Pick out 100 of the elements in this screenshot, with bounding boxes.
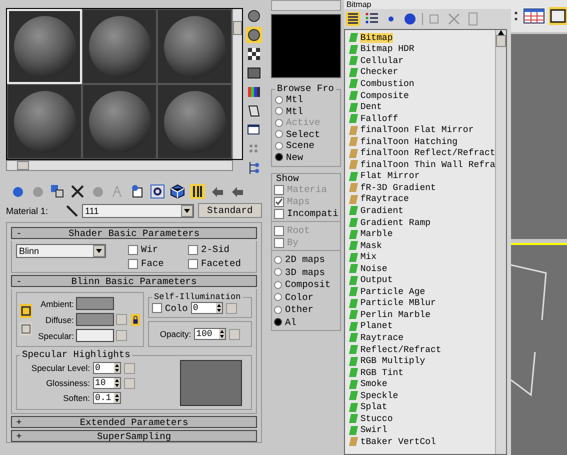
table-icon[interactable]: [523, 8, 546, 24]
highlight-graph: [180, 360, 242, 406]
map-list-item[interactable]: finalToon Thin Wall Refra: [360, 160, 496, 170]
sphere-icon[interactable]: [246, 8, 262, 24]
map-list-item[interactable]: Bitmap: [360, 32, 393, 43]
map-list-item[interactable]: Splat: [360, 402, 388, 412]
color-swatch[interactable]: [76, 329, 114, 342]
spinner-field[interactable]: 0: [93, 362, 121, 374]
lock-icon[interactable]: [20, 322, 32, 336]
map-list-item[interactable]: Particle Age: [360, 286, 426, 297]
scrollbar[interactable]: [6, 160, 233, 171]
color-bars-icon[interactable]: [246, 84, 262, 100]
list-view-icon[interactable]: [346, 12, 360, 26]
map-list-item[interactable]: tBaker VertCol: [360, 436, 436, 447]
radio-button[interactable]: Mtl: [275, 106, 338, 117]
radio-button[interactable]: Select: [275, 128, 338, 140]
checkbox[interactable]: Incompati: [274, 208, 338, 219]
material-icon[interactable]: [130, 184, 145, 199]
scrollbar[interactable]: [495, 30, 506, 454]
radio-button[interactable]: 2D maps: [274, 254, 338, 266]
map-list-item[interactable]: Combustion: [360, 78, 414, 89]
rollout-header[interactable]: + Extended Parameters: [11, 416, 257, 428]
map-list-item[interactable]: fR-3D Gradient: [360, 182, 436, 193]
radio-button[interactable]: New: [275, 152, 338, 163]
map-list-item[interactable]: Perlin Marble: [360, 310, 431, 320]
spinner-field[interactable]: 10: [93, 377, 121, 389]
scrollbar[interactable]: [232, 9, 242, 159]
radio-button[interactable]: Mtl: [275, 94, 338, 106]
map-list-item[interactable]: Stucco: [360, 414, 393, 424]
scroll-thumb[interactable]: [17, 161, 29, 170]
material-type-button[interactable]: Standard: [198, 203, 262, 218]
map-list-item[interactable]: Reflect/Refract: [360, 344, 442, 355]
checkbox[interactable]: Faceted: [188, 258, 248, 269]
map-list-item[interactable]: fRaytrace: [360, 194, 409, 204]
map-list-item[interactable]: Noise: [360, 264, 388, 274]
map-list-item[interactable]: Gradient Ramp: [360, 218, 431, 228]
square-icon[interactable]: [246, 65, 262, 81]
map-list-item[interactable]: Falloff: [360, 114, 398, 124]
radio-button[interactable]: Color: [274, 292, 338, 303]
map-list-item[interactable]: Marble: [360, 229, 393, 240]
spinner-field[interactable]: 0: [190, 302, 223, 314]
name-field[interactable]: Bitmap: [344, 0, 512, 9]
list-view-icon[interactable]: [365, 12, 380, 26]
radio-button[interactable]: Composit: [274, 279, 338, 290]
map-list-item[interactable]: finalToon Flat Mirror: [360, 125, 474, 136]
map-list-item[interactable]: Mask: [360, 240, 382, 251]
field-label: Soften:: [62, 393, 90, 403]
panel-icon[interactable]: [549, 7, 567, 25]
map-list-item[interactable]: Bitmap HDR: [360, 44, 414, 54]
map-list-item[interactable]: Gradient: [360, 206, 404, 216]
map-list-item[interactable]: finalToon Reflect/Refract: [360, 148, 496, 158]
map-list-item[interactable]: Dent: [360, 102, 382, 112]
map-list-item[interactable]: Flat Mirror: [360, 171, 420, 182]
map-list-item[interactable]: Cellular: [360, 56, 404, 66]
sphere-icon[interactable]: [246, 27, 262, 43]
spinner-field[interactable]: 100: [194, 328, 226, 340]
lock-icon[interactable]: [20, 304, 32, 318]
rollout-header[interactable]: - Shader Basic Parameters: [11, 227, 257, 239]
checkbox[interactable]: Colo: [152, 302, 188, 314]
bars-icon[interactable]: [190, 184, 205, 199]
map-list-item[interactable]: Output: [360, 275, 393, 286]
viewport[interactable]: [511, 243, 567, 455]
radio-button[interactable]: Scene: [275, 140, 338, 152]
sphere-icon[interactable]: [403, 12, 418, 26]
checkbox[interactable]: Wir: [128, 244, 188, 255]
color-swatch[interactable]: [76, 297, 114, 310]
checkbox[interactable]: 2-Sid: [188, 244, 248, 255]
cube-icon[interactable]: [170, 184, 185, 199]
map-list-item[interactable]: Raytrace: [360, 332, 404, 343]
rollout-header[interactable]: - Blinn Basic Parameters: [11, 275, 257, 287]
checkbox[interactable]: Face: [128, 258, 188, 269]
checker-icon[interactable]: [246, 46, 262, 62]
radio-button[interactable]: 3D maps: [274, 266, 338, 278]
close-icon[interactable]: [70, 184, 85, 199]
text-field[interactable]: [271, 0, 342, 11]
spinner-field[interactable]: 0.1: [93, 392, 121, 404]
map-list-item[interactable]: Mix: [360, 252, 377, 262]
shader-dropdown[interactable]: Blinn: [16, 244, 106, 258]
map-list-item[interactable]: Speckle: [360, 390, 398, 401]
map-list-item[interactable]: Composite: [360, 90, 409, 100]
radio-button[interactable]: Al: [274, 316, 338, 328]
padlock-icon[interactable]: [131, 312, 140, 328]
group-title: Self-Illumination: [153, 292, 242, 302]
map-list-item[interactable]: Planet: [360, 321, 393, 332]
map-list-item[interactable]: RGB Multiply: [360, 356, 426, 366]
color-swatch[interactable]: [76, 313, 114, 326]
map-list-item[interactable]: finalToon Hatching: [360, 136, 458, 147]
scroll-up-arrow-icon[interactable]: [498, 30, 504, 35]
map-list-item[interactable]: Smoke: [360, 379, 388, 390]
group-title: Browse Fro: [276, 84, 336, 94]
map-list-item[interactable]: Checker: [360, 67, 398, 78]
map-list-item[interactable]: RGB Tint: [360, 368, 404, 378]
dots-icon[interactable]: [513, 9, 520, 23]
scroll-thumb[interactable]: [496, 35, 506, 47]
rollout-header[interactable]: + SuperSampling: [11, 430, 257, 442]
map-list-item[interactable]: Particle MBlur: [360, 298, 436, 308]
material-name-dropdown[interactable]: 111: [82, 204, 194, 218]
scroll-thumb[interactable]: [233, 21, 242, 35]
radio-button[interactable]: Other: [274, 304, 338, 316]
map-list-item[interactable]: Swirl: [360, 425, 388, 436]
